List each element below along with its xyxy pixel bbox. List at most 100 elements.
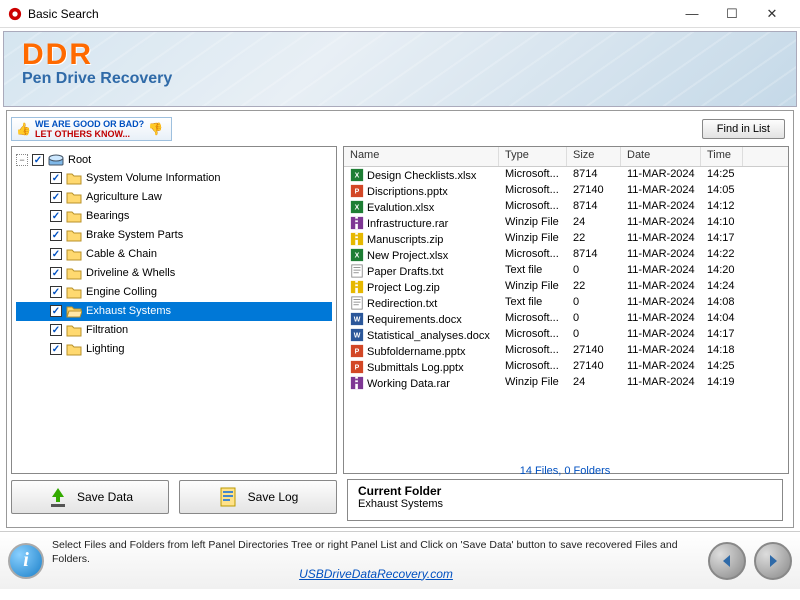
svg-text:X: X [355, 173, 360, 180]
folder-icon [66, 323, 82, 337]
checkbox[interactable] [50, 324, 62, 336]
checkbox[interactable] [50, 286, 62, 298]
tree-item[interactable]: Brake System Parts [16, 226, 332, 245]
folder-icon [66, 342, 82, 356]
file-icon [350, 296, 364, 310]
file-row[interactable]: Manuscripts.zipWinzip File2211-MAR-20241… [344, 231, 788, 247]
col-time[interactable]: Time [701, 147, 743, 166]
drive-icon [48, 152, 64, 168]
checkbox[interactable] [50, 248, 62, 260]
file-header: Name Type Size Date Time [344, 147, 788, 167]
file-row[interactable]: PDiscriptions.pptxMicrosoft...2714011-MA… [344, 183, 788, 199]
file-row[interactable]: Project Log.zipWinzip File2211-MAR-20241… [344, 279, 788, 295]
file-list: Name Type Size Date Time XDesign Checkli… [343, 146, 789, 474]
next-button[interactable] [754, 542, 792, 580]
checkbox[interactable] [50, 191, 62, 203]
find-in-list-button[interactable]: Find in List [702, 119, 785, 139]
checkbox[interactable] [50, 305, 62, 317]
file-row[interactable]: WStatistical_analyses.docxMicrosoft...01… [344, 327, 788, 343]
svg-text:W: W [354, 317, 361, 324]
current-folder-label: Current Folder [358, 484, 772, 498]
file-icon [350, 264, 364, 278]
save-data-button[interactable]: Save Data [11, 480, 169, 514]
file-icon: P [350, 184, 364, 198]
window-title: Basic Search [28, 7, 99, 21]
tree-item[interactable]: Engine Colling [16, 283, 332, 302]
tree-item-label: Bearings [86, 210, 129, 222]
tree-item-label: System Volume Information [86, 172, 221, 184]
current-folder-box: Current Folder Exhaust Systems [347, 479, 783, 521]
file-icon: X [350, 200, 364, 214]
tree-item-label: Lighting [86, 343, 125, 355]
minimize-button[interactable]: — [672, 0, 712, 28]
prev-button[interactable] [708, 542, 746, 580]
checkbox[interactable] [32, 154, 44, 166]
tree-item[interactable]: Bearings [16, 207, 332, 226]
badge-line1: WE ARE GOOD OR BAD? [35, 119, 144, 129]
file-icon: X [350, 168, 364, 182]
tree-item[interactable]: Filtration [16, 321, 332, 340]
app-icon [8, 7, 22, 21]
file-icon: X [350, 248, 364, 262]
tree-item-label: Brake System Parts [86, 229, 183, 241]
folder-tree[interactable]: − Root System Volume Information Agricult… [11, 146, 337, 474]
file-row[interactable]: Infrastructure.rarWinzip File2411-MAR-20… [344, 215, 788, 231]
website-link[interactable]: USBDriveDataRecovery.com [52, 567, 700, 582]
file-row[interactable]: XNew Project.xlsxMicrosoft...871411-MAR-… [344, 247, 788, 263]
file-icon [350, 280, 364, 294]
badge-line2: LET OTHERS KNOW... [35, 129, 144, 139]
feedback-badge[interactable]: 👍 WE ARE GOOD OR BAD? LET OTHERS KNOW...… [11, 117, 172, 141]
folder-icon [66, 266, 82, 280]
tree-item[interactable]: Agriculture Law [16, 188, 332, 207]
folder-open-icon [66, 304, 82, 318]
file-row[interactable]: Redirection.txtText file011-MAR-202414:0… [344, 295, 788, 311]
svg-text:P: P [355, 189, 360, 196]
close-button[interactable]: ✕ [752, 0, 792, 28]
file-row[interactable]: Paper Drafts.txtText file011-MAR-202414:… [344, 263, 788, 279]
svg-text:X: X [355, 205, 360, 212]
col-date[interactable]: Date [621, 147, 701, 166]
current-folder-value: Exhaust Systems [358, 498, 772, 510]
tree-item-label: Agriculture Law [86, 191, 162, 203]
tree-item[interactable]: System Volume Information [16, 169, 332, 188]
file-row[interactable]: XDesign Checklists.xlsxMicrosoft...87141… [344, 167, 788, 183]
tree-item[interactable]: Exhaust Systems [16, 302, 332, 321]
tree-item-label: Filtration [86, 324, 128, 336]
main-frame: 👍 WE ARE GOOD OR BAD? LET OTHERS KNOW...… [6, 110, 794, 528]
checkbox[interactable] [50, 343, 62, 355]
checkbox[interactable] [50, 210, 62, 222]
file-icon: P [350, 344, 364, 358]
file-icon: P [350, 360, 364, 374]
col-size[interactable]: Size [567, 147, 621, 166]
file-icon [350, 216, 364, 230]
file-row[interactable]: PSubfoldername.pptxMicrosoft...2714011-M… [344, 343, 788, 359]
file-body[interactable]: XDesign Checklists.xlsxMicrosoft...87141… [344, 167, 788, 473]
col-type[interactable]: Type [499, 147, 567, 166]
tree-item[interactable]: Cable & Chain [16, 245, 332, 264]
tree-item[interactable]: Lighting [16, 340, 332, 359]
hint-text: Select Files and Folders from left Panel… [52, 539, 700, 581]
checkbox[interactable] [50, 267, 62, 279]
save-log-icon [218, 486, 240, 508]
folder-icon [66, 190, 82, 204]
file-row[interactable]: WRequirements.docxMicrosoft...011-MAR-20… [344, 311, 788, 327]
root-label: Root [68, 154, 91, 166]
tree-item[interactable]: Driveline & Whells [16, 264, 332, 283]
file-row[interactable]: XEvalution.xlsxMicrosoft...871411-MAR-20… [344, 199, 788, 215]
collapse-icon[interactable]: − [16, 154, 28, 166]
tree-root[interactable]: − Root [16, 151, 332, 169]
checkbox[interactable] [50, 229, 62, 241]
file-icon [350, 232, 364, 246]
folder-icon [66, 209, 82, 223]
folder-icon [66, 285, 82, 299]
file-row[interactable]: Working Data.rarWinzip File2411-MAR-2024… [344, 375, 788, 391]
file-row[interactable]: PSubmittals Log.pptxMicrosoft...2714011-… [344, 359, 788, 375]
col-name[interactable]: Name [344, 147, 499, 166]
folder-icon [66, 247, 82, 261]
file-icon: W [350, 328, 364, 342]
save-log-button[interactable]: Save Log [179, 480, 337, 514]
checkbox[interactable] [50, 172, 62, 184]
maximize-button[interactable]: ☐ [712, 0, 752, 28]
svg-text:P: P [355, 349, 360, 356]
banner-subtitle: Pen Drive Recovery [22, 70, 172, 88]
